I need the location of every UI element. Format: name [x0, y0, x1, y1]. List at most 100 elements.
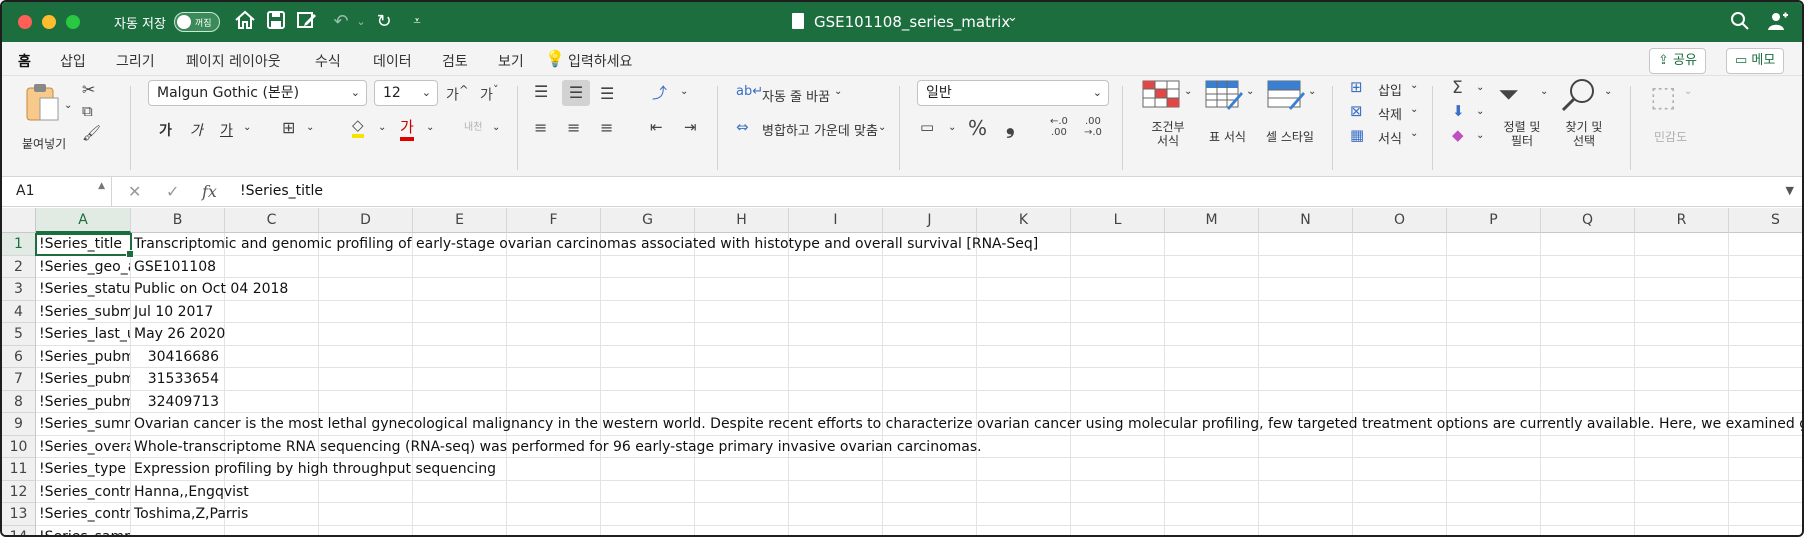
tab-review[interactable]: 검토 — [442, 51, 468, 71]
cell-a[interactable]: !Series_pubmed_id — [36, 345, 131, 368]
cell-style-dropdown-icon[interactable]: ⌄ — [1308, 86, 1316, 97]
name-box[interactable]: A1 ▲▼ — [2, 177, 112, 220]
wrap-text-dropdown-icon[interactable]: ⌄ — [834, 86, 842, 97]
cell-b[interactable]: Transcriptomic and genomic profiling of … — [131, 233, 1038, 256]
row-header[interactable]: 5 — [2, 323, 36, 346]
merge-center-button[interactable]: 병합하고 가운데 맞춤 — [762, 120, 878, 139]
cell-a[interactable]: !Series_type — [36, 458, 131, 481]
formula-input[interactable]: !Series_title — [240, 183, 323, 199]
align-bottom-icon[interactable]: ☰ — [600, 84, 614, 103]
sensitivity-icon[interactable]: ⬚ — [1650, 80, 1676, 113]
zoom-window-button[interactable] — [66, 15, 80, 29]
row-header[interactable]: 9 — [2, 413, 36, 436]
delete-dropdown-icon[interactable]: ⌄ — [1410, 104, 1418, 115]
account-icon[interactable] — [1767, 11, 1789, 36]
tab-formulas[interactable]: 수식 — [315, 51, 341, 71]
align-middle-icon[interactable]: ☰ — [562, 80, 590, 106]
decrease-font-icon[interactable]: 가ˇ — [480, 83, 499, 105]
row-header[interactable]: 13 — [2, 503, 36, 526]
conditional-dropdown-icon[interactable]: ⌄ — [1184, 86, 1192, 97]
increase-font-icon[interactable]: 가^ — [446, 83, 469, 105]
align-top-icon[interactable]: ☰ — [534, 82, 548, 101]
cell-a[interactable]: !Series_overall_design — [36, 435, 131, 458]
clear-icon[interactable]: ◆ — [1452, 126, 1464, 144]
column-header-h[interactable]: H — [695, 208, 789, 233]
save-icon[interactable] — [263, 10, 289, 34]
delete-cells-button[interactable]: 삭제 — [1378, 104, 1402, 123]
phonetic-dropdown-icon[interactable]: ⌄ — [492, 122, 500, 133]
fill-color-icon[interactable]: ◇ — [352, 116, 364, 138]
decrease-indent-icon[interactable]: ⇤ — [650, 118, 663, 136]
row-header[interactable]: 6 — [2, 345, 36, 368]
column-header-b[interactable]: B — [131, 208, 225, 233]
increase-indent-icon[interactable]: ⇥ — [684, 118, 697, 136]
comments-button[interactable]: ▭ 메모 — [1726, 48, 1785, 74]
paste-dropdown-icon[interactable]: ⌄ — [64, 100, 72, 111]
cell-a[interactable]: !Series_status — [36, 278, 131, 301]
column-header-k[interactable]: K — [977, 208, 1071, 233]
row-header[interactable]: 14 — [2, 525, 36, 535]
cell-a[interactable]: !Series_last_update_date — [36, 323, 131, 346]
spreadsheet-grid[interactable]: A B C D E F G H I J K L M N O P Q R S 1 !Series_title Transcr… — [2, 208, 1802, 535]
column-header-i[interactable]: I — [789, 208, 883, 233]
tab-draw[interactable]: 그리기 — [116, 51, 155, 71]
row-header[interactable]: 2 — [2, 255, 36, 278]
column-header-f[interactable]: F — [507, 208, 601, 233]
underline-dropdown-icon[interactable]: ⌄ — [243, 122, 251, 133]
row-header[interactable]: 4 — [2, 300, 36, 323]
cell-b[interactable]: May 26 2020 — [131, 323, 225, 346]
cancel-entry-icon[interactable]: ✕ — [128, 182, 141, 201]
font-color-dropdown-icon[interactable]: ⌄ — [426, 122, 434, 133]
cell-b[interactable]: Expression profiling by high throughput … — [131, 458, 496, 481]
column-header-r[interactable]: R — [1635, 208, 1729, 233]
column-header-s[interactable]: S — [1729, 208, 1802, 233]
find-select-dropdown-icon[interactable]: ⌄ — [1604, 86, 1612, 97]
home-icon[interactable] — [232, 10, 258, 34]
customize-toolbar-icon[interactable]: ⩡ — [404, 10, 430, 34]
comma-style-icon[interactable]: ❟ — [1006, 114, 1015, 139]
tab-page-layout[interactable]: 페이지 레이아웃 — [186, 51, 281, 71]
insert-function-icon[interactable]: fx — [202, 182, 217, 201]
format-cells-icon[interactable]: ▦ — [1350, 126, 1364, 144]
fill-icon[interactable]: ⬇ — [1452, 102, 1465, 120]
row-header[interactable]: 1 — [2, 233, 36, 256]
column-header-e[interactable]: E — [413, 208, 507, 233]
cell-b[interactable]: Toshima,Z,Parris — [131, 503, 248, 526]
expand-formula-bar-icon[interactable]: ▼ — [1786, 184, 1794, 197]
column-header-d[interactable]: D — [319, 208, 413, 233]
row-header[interactable]: 10 — [2, 435, 36, 458]
orientation-dropdown-icon[interactable]: ⌄ — [680, 86, 688, 97]
tab-home[interactable]: 홈 — [16, 51, 33, 79]
bold-button[interactable]: 가 — [159, 120, 172, 140]
table-format-dropdown-icon[interactable]: ⌄ — [1246, 86, 1254, 97]
edit-icon[interactable] — [294, 10, 320, 34]
fill-dropdown-icon[interactable]: ⌄ — [1476, 106, 1484, 117]
title-chevron-icon[interactable]: ⌄ — [1007, 10, 1018, 25]
cell-style-icon[interactable] — [1267, 80, 1305, 114]
autosum-icon[interactable]: Σ — [1452, 78, 1463, 98]
cell-a[interactable]: !Series_summary — [36, 413, 131, 436]
column-header-l[interactable]: L — [1071, 208, 1165, 233]
document-title[interactable]: GSE101108_series_matrix — [814, 13, 1010, 31]
close-window-button[interactable] — [18, 15, 32, 29]
cell-a[interactable]: !Series_pubmed_id — [36, 368, 131, 391]
merge-center-icon[interactable]: ⇔ — [736, 118, 749, 136]
tell-me-input[interactable]: 입력하세요 — [568, 51, 632, 71]
cell-b[interactable]: Hanna,,Engqvist — [131, 481, 249, 504]
cell-b[interactable]: 32409713 — [131, 391, 223, 414]
conditional-format-icon[interactable] — [1142, 80, 1180, 112]
tab-insert[interactable]: 삽입 — [60, 51, 86, 71]
find-select-icon[interactable] — [1560, 78, 1598, 116]
cell-a[interactable]: !Series_contributor — [36, 480, 131, 503]
cell-a[interactable]: !Series_submission_date — [36, 300, 131, 323]
cell-b[interactable]: Jul 10 2017 — [131, 301, 213, 324]
borders-icon[interactable]: ⊞ — [282, 118, 295, 137]
font-color-button[interactable]: 가 — [400, 116, 414, 141]
active-cell-selection[interactable] — [35, 233, 134, 258]
tab-data[interactable]: 데이터 — [373, 51, 412, 71]
redo-icon[interactable]: ↻ — [371, 10, 397, 34]
table-format-icon[interactable] — [1205, 80, 1243, 114]
insert-dropdown-icon[interactable]: ⌄ — [1410, 80, 1418, 91]
format-painter-icon[interactable]: 🖌 — [82, 124, 101, 142]
wrap-text-icon[interactable]: ab↵ — [736, 84, 763, 99]
